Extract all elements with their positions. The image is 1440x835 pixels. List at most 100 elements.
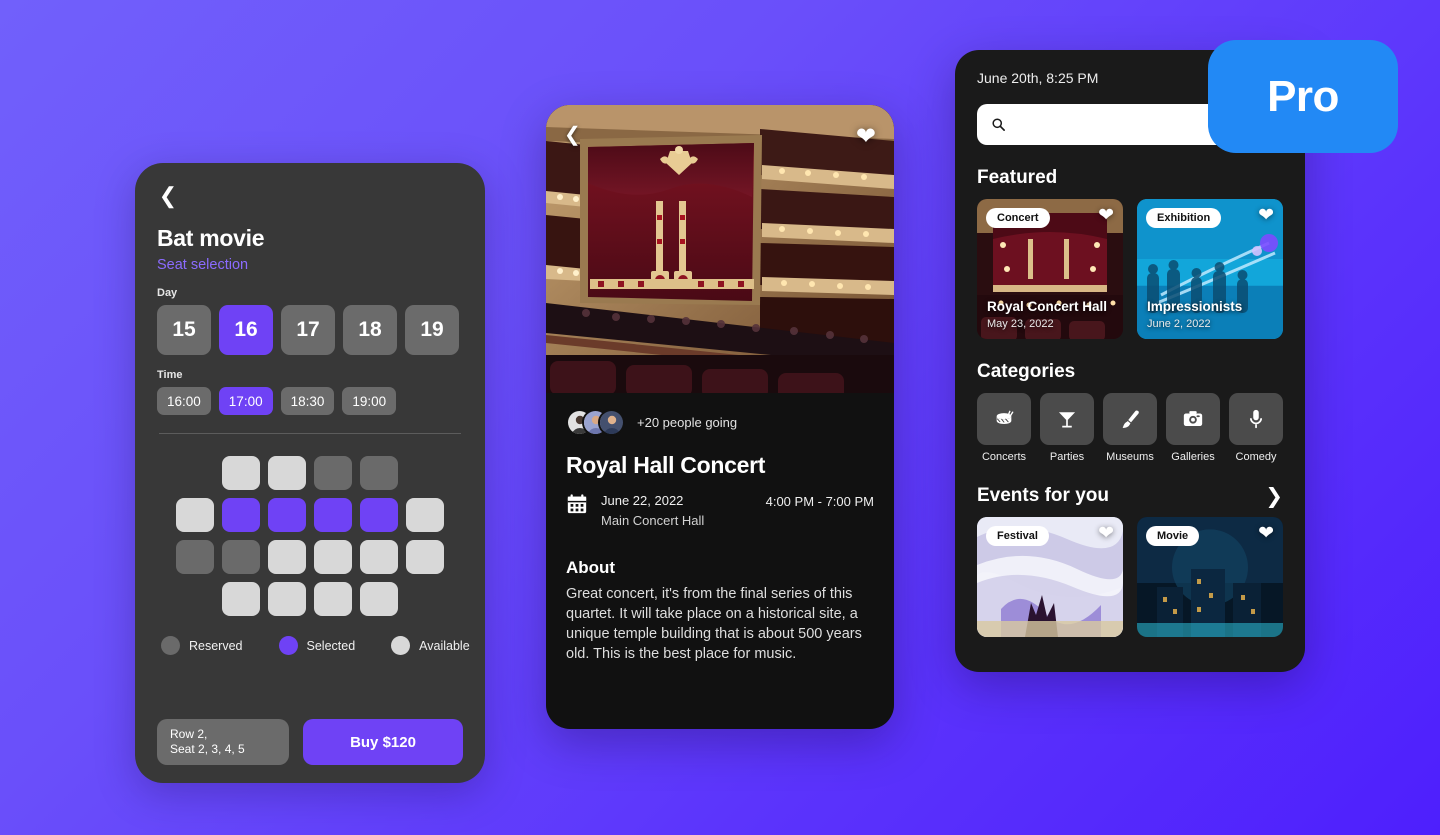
time-chip-1600[interactable]: 16:00 bbox=[157, 387, 211, 415]
heart-icon[interactable]: ❤ bbox=[856, 125, 876, 149]
events-heading: Events for you bbox=[977, 485, 1109, 506]
category-label: Concerts bbox=[981, 451, 1027, 463]
featured-card[interactable]: Concert ❤ Royal Concert Hall May 23, 2022 bbox=[977, 199, 1123, 339]
legend-swatch-reserved bbox=[161, 636, 180, 655]
card-title: Royal Concert Hall bbox=[987, 299, 1108, 314]
seat-1-2[interactable] bbox=[222, 456, 260, 490]
seat-4-5[interactable] bbox=[360, 582, 398, 616]
seat-2-6[interactable] bbox=[406, 498, 444, 532]
category-galleries[interactable]: Galleries bbox=[1166, 393, 1220, 463]
seat-legend: Reserved Selected Available bbox=[157, 636, 470, 655]
heart-icon[interactable]: ❤ bbox=[1258, 524, 1274, 543]
seat-2-1[interactable] bbox=[176, 498, 214, 532]
seat-3-6[interactable] bbox=[406, 540, 444, 574]
seat-row bbox=[176, 582, 444, 616]
legend-item-selected: Selected bbox=[278, 636, 356, 655]
category-label: Comedy bbox=[1235, 451, 1277, 463]
event-card[interactable]: Movie ❤ bbox=[1137, 517, 1283, 637]
category-label: Parties bbox=[1049, 451, 1085, 463]
seat-4-2[interactable] bbox=[222, 582, 260, 616]
event-hero-image: ❮ ❤ bbox=[546, 105, 894, 393]
seat-1-3[interactable] bbox=[268, 456, 306, 490]
seat-1-4[interactable] bbox=[314, 456, 352, 490]
day-chip-15[interactable]: 15 bbox=[157, 305, 211, 355]
day-chip-19[interactable]: 19 bbox=[405, 305, 459, 355]
legend-label: Reserved bbox=[189, 638, 243, 653]
selected-seats-summary[interactable]: Row 2, Seat 2, 3, 4, 5 bbox=[157, 719, 289, 765]
category-concerts[interactable]: Concerts bbox=[977, 393, 1031, 463]
legend-label: Available bbox=[419, 638, 470, 653]
avatar-group bbox=[566, 409, 625, 436]
category-comedy[interactable]: Comedy bbox=[1229, 393, 1283, 463]
seat-2-5[interactable] bbox=[360, 498, 398, 532]
calendar-icon bbox=[567, 494, 587, 514]
avatar bbox=[598, 409, 625, 436]
event-time-range: 4:00 PM - 7:00 PM bbox=[765, 494, 874, 509]
search-icon bbox=[992, 118, 1005, 131]
card-category-badge: Concert bbox=[986, 208, 1050, 228]
seat-3-4[interactable] bbox=[314, 540, 352, 574]
heart-icon[interactable]: ❤ bbox=[1258, 206, 1274, 225]
card-date: June 2, 2022 bbox=[1147, 318, 1211, 330]
category-label: Galleries bbox=[1171, 451, 1215, 463]
card-title: Impressionists bbox=[1147, 299, 1243, 314]
chevron-left-icon[interactable]: ❮ bbox=[564, 125, 581, 149]
seat-3-1[interactable] bbox=[176, 540, 214, 574]
pro-badge[interactable]: Pro bbox=[1208, 40, 1398, 153]
seat-selection-screen: ❮ Bat movie Seat selection Day 15 16 17 18 1… bbox=[135, 163, 485, 783]
card-category-badge: Movie bbox=[1146, 526, 1200, 546]
event-card[interactable]: Festival ❤ bbox=[977, 517, 1123, 637]
seat-gap bbox=[406, 456, 444, 490]
seat-2-2[interactable] bbox=[222, 498, 260, 532]
events-list: Festival ❤ Movie ❤ bbox=[977, 517, 1283, 637]
time-chip-1700[interactable]: 17:00 bbox=[218, 387, 273, 415]
category-parties[interactable]: Parties bbox=[1040, 393, 1094, 463]
camera-icon bbox=[1166, 393, 1220, 445]
seat-4-4[interactable] bbox=[314, 582, 352, 616]
day-chip-16[interactable]: 16 bbox=[219, 305, 273, 355]
chevron-right-icon[interactable]: ❯ bbox=[1265, 486, 1283, 507]
seat-2-3[interactable] bbox=[268, 498, 306, 532]
event-title: Royal Hall Concert bbox=[566, 452, 766, 478]
legend-item-reserved: Reserved bbox=[161, 636, 243, 655]
featured-heading: Featured bbox=[977, 167, 1058, 188]
buy-button[interactable]: Buy $120 bbox=[303, 719, 463, 765]
legend-label: Selected bbox=[306, 638, 356, 653]
legend-swatch-selected bbox=[278, 636, 298, 655]
seat-row bbox=[176, 498, 444, 532]
seat-gap bbox=[176, 456, 214, 490]
drum-icon bbox=[977, 393, 1031, 445]
category-label: Museums bbox=[1106, 451, 1154, 463]
time-label: Time bbox=[157, 369, 183, 381]
seat-gap bbox=[406, 582, 444, 616]
legend-item-available: Available bbox=[391, 636, 470, 655]
summary-row: Row 2, bbox=[170, 727, 208, 741]
seat-2-4[interactable] bbox=[314, 498, 352, 532]
attendees-count: +20 people going bbox=[637, 415, 738, 430]
seat-map bbox=[157, 434, 463, 616]
day-selector: 15 16 17 18 19 bbox=[157, 305, 463, 355]
featured-card[interactable]: Exhibition ❤ Impressionists June 2, 2022 bbox=[1137, 199, 1283, 339]
seat-3-5[interactable] bbox=[360, 540, 398, 574]
day-chip-18[interactable]: 18 bbox=[343, 305, 397, 355]
seat-bottom-bar: Row 2, Seat 2, 3, 4, 5 Buy $120 bbox=[157, 719, 463, 783]
day-chip-17[interactable]: 17 bbox=[281, 305, 335, 355]
category-museums[interactable]: Museums bbox=[1103, 393, 1157, 463]
seat-1-5[interactable] bbox=[360, 456, 398, 490]
heart-icon[interactable]: ❤ bbox=[1098, 206, 1114, 225]
seat-3-2[interactable] bbox=[222, 540, 260, 574]
about-heading: About bbox=[566, 558, 616, 577]
day-label: Day bbox=[157, 287, 178, 299]
time-chip-1900[interactable]: 19:00 bbox=[342, 387, 397, 415]
seat-3-3[interactable] bbox=[268, 540, 306, 574]
time-chip-1830[interactable]: 18:30 bbox=[280, 387, 335, 415]
seat-row bbox=[176, 456, 444, 490]
summary-seats: Seat 2, 3, 4, 5 bbox=[170, 742, 245, 756]
event-date: June 22, 2022 bbox=[601, 493, 684, 508]
page-subtitle: Seat selection bbox=[157, 257, 249, 273]
heart-icon[interactable]: ❤ bbox=[1098, 524, 1114, 543]
seat-4-3[interactable] bbox=[268, 582, 306, 616]
chevron-left-icon[interactable]: ❮ bbox=[157, 185, 179, 207]
category-list: Concerts Parties Museums Galleries Comedy bbox=[977, 393, 1283, 463]
card-date: May 23, 2022 bbox=[987, 318, 1054, 330]
